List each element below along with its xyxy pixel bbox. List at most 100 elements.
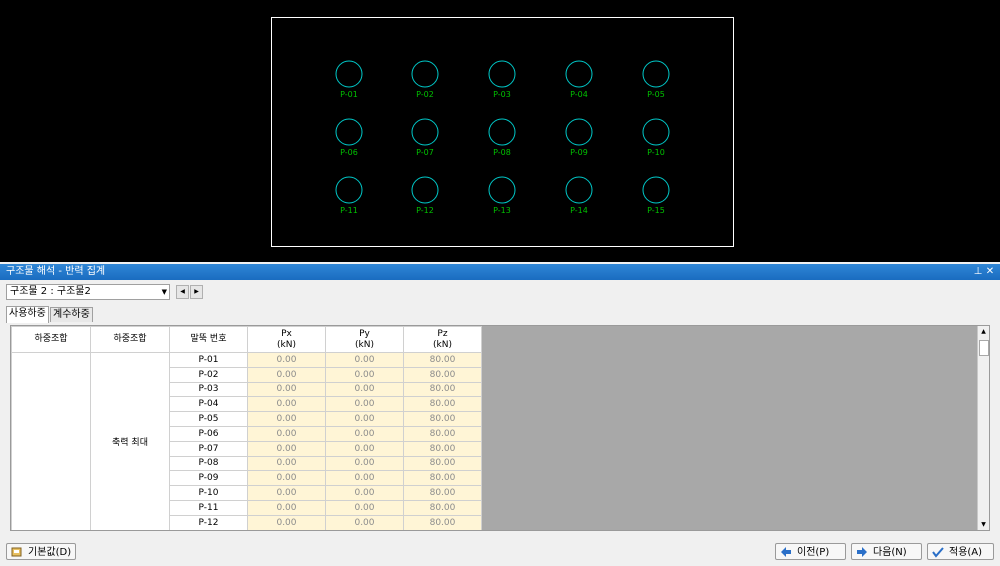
table-row[interactable]: 축력 최대 P-01 0.00 0.00 80.00 <box>11 352 482 530</box>
pile-number-cell[interactable]: P-07 <box>169 440 248 457</box>
pile-number-cell[interactable]: P-04 <box>169 396 248 413</box>
py-cell[interactable]: 0.00 <box>325 514 404 530</box>
pile-marker[interactable]: P-13 <box>488 176 516 215</box>
pile-marker[interactable]: P-06 <box>335 118 363 157</box>
pile-marker[interactable]: P-08 <box>488 118 516 157</box>
pile-circle <box>335 176 363 204</box>
px-cell[interactable]: 0.00 <box>247 455 326 472</box>
pz-cell[interactable]: 80.00 <box>403 499 482 516</box>
pile-number-cell[interactable]: P-11 <box>169 499 248 516</box>
pile-circle <box>642 176 670 204</box>
table-vertical-scrollbar[interactable]: ▲ ▼ <box>977 326 989 530</box>
pile-layout-drawing[interactable]: P-01 P-02 P-03 P-04 P-05 P-06 P-07 P-08 P-09 P-10… <box>0 0 1000 262</box>
pile-label: P-05 <box>647 90 665 99</box>
pz-cell[interactable]: 80.00 <box>403 425 482 442</box>
pile-marker[interactable]: P-12 <box>411 176 439 215</box>
pz-cell[interactable]: 80.00 <box>403 366 482 383</box>
pile-number-cell[interactable]: P-12 <box>169 514 248 530</box>
px-cell[interactable]: 0.00 <box>247 485 326 501</box>
pile-number-cell[interactable]: P-08 <box>169 455 248 472</box>
pile-number-cell[interactable]: P-06 <box>169 425 248 442</box>
px-cell[interactable]: 0.00 <box>247 366 326 383</box>
reaction-table[interactable]: 하중조합 하중조합 말뚝 번호 Px (kN) Py (kN) Pz (kN) … <box>10 325 990 531</box>
pz-cell[interactable]: 80.00 <box>403 514 482 530</box>
py-cell[interactable]: 0.00 <box>325 485 404 501</box>
apply-button-label: 적용(A) <box>949 547 983 558</box>
pile-label: P-10 <box>647 148 665 157</box>
pile-number-cell[interactable]: P-01 <box>169 352 248 368</box>
pile-number-cell[interactable]: P-10 <box>169 485 248 501</box>
py-cell[interactable]: 0.00 <box>325 455 404 472</box>
pile-marker[interactable]: P-02 <box>411 60 439 99</box>
py-cell[interactable]: 0.00 <box>325 381 404 398</box>
scroll-thumb[interactable] <box>979 340 989 356</box>
pile-marker[interactable]: P-14 <box>565 176 593 215</box>
pz-cell[interactable]: 80.00 <box>403 455 482 472</box>
pile-marker[interactable]: P-03 <box>488 60 516 99</box>
pz-cell[interactable]: 80.00 <box>403 396 482 413</box>
pile-label: P-14 <box>570 206 588 215</box>
scroll-down-icon[interactable]: ▼ <box>978 519 989 530</box>
pile-label: P-09 <box>570 148 588 157</box>
next-button[interactable]: 다음(N) <box>851 543 922 560</box>
pz-cell[interactable]: 80.00 <box>403 470 482 487</box>
default-button[interactable]: 기본값(D) <box>6 543 76 560</box>
px-cell[interactable]: 0.00 <box>247 425 326 442</box>
px-cell[interactable]: 0.00 <box>247 352 326 368</box>
px-cell[interactable]: 0.00 <box>247 499 326 516</box>
check-icon <box>932 547 944 558</box>
pz-cell[interactable]: 80.00 <box>403 440 482 457</box>
pin-icon[interactable]: ⊥ <box>972 264 984 280</box>
px-cell[interactable]: 0.00 <box>247 514 326 530</box>
col-header-pz: Pz (kN) <box>403 326 482 353</box>
pile-marker[interactable]: P-10 <box>642 118 670 157</box>
prev-button[interactable]: 이전(P) <box>775 543 846 560</box>
load-case-cell[interactable]: 축력 최대 <box>90 352 170 530</box>
pile-number-cell[interactable]: P-09 <box>169 470 248 487</box>
pz-cell[interactable]: 80.00 <box>403 485 482 501</box>
px-cell[interactable]: 0.00 <box>247 470 326 487</box>
py-cell[interactable]: 0.00 <box>325 396 404 413</box>
pile-circle <box>335 118 363 146</box>
apply-button[interactable]: 적용(A) <box>927 543 994 560</box>
arrow-left-icon <box>781 547 791 557</box>
py-cell[interactable]: 0.00 <box>325 411 404 427</box>
px-cell[interactable]: 0.00 <box>247 381 326 398</box>
pz-cell[interactable]: 80.00 <box>403 411 482 427</box>
scroll-up-icon[interactable]: ▲ <box>978 326 989 337</box>
structure-select[interactable]: 구조물 2 : 구조물2 ▼ <box>6 284 170 300</box>
py-cell[interactable]: 0.00 <box>325 366 404 383</box>
pile-label: P-02 <box>416 90 434 99</box>
py-cell[interactable]: 0.00 <box>325 440 404 457</box>
pile-marker[interactable]: P-07 <box>411 118 439 157</box>
pile-marker[interactable]: P-11 <box>335 176 363 215</box>
pile-marker[interactable]: P-01 <box>335 60 363 99</box>
load-combo-cell[interactable] <box>11 352 91 530</box>
pz-cell[interactable]: 80.00 <box>403 352 482 368</box>
px-cell[interactable]: 0.00 <box>247 440 326 457</box>
px-cell[interactable]: 0.00 <box>247 396 326 413</box>
pile-circle <box>642 60 670 88</box>
pz-cell[interactable]: 80.00 <box>403 381 482 398</box>
close-icon[interactable]: ✕ <box>984 264 996 280</box>
pile-marker[interactable]: P-04 <box>565 60 593 99</box>
pile-number-cell[interactable]: P-03 <box>169 381 248 398</box>
next-structure-icon[interactable]: ▶ <box>190 285 203 299</box>
tab-service-load[interactable]: 사용하중 <box>6 306 49 323</box>
pile-marker[interactable]: P-15 <box>642 176 670 215</box>
chevron-down-icon[interactable]: ▼ <box>162 285 167 299</box>
prev-structure-icon[interactable]: ◀ <box>176 285 189 299</box>
py-cell[interactable]: 0.00 <box>325 425 404 442</box>
col-header-pile-number: 말뚝 번호 <box>169 326 248 353</box>
pile-marker[interactable]: P-05 <box>642 60 670 99</box>
pile-number-cell[interactable]: P-02 <box>169 366 248 383</box>
px-cell[interactable]: 0.00 <box>247 411 326 427</box>
cad-viewport[interactable]: P-01 P-02 P-03 P-04 P-05 P-06 P-07 P-08 P-09 P-10… <box>0 0 1000 262</box>
structure-nav: ◀ ▶ <box>176 285 204 299</box>
tab-factored-load[interactable]: 계수하중 <box>50 307 93 322</box>
py-cell[interactable]: 0.00 <box>325 499 404 516</box>
pile-marker[interactable]: P-09 <box>565 118 593 157</box>
pile-number-cell[interactable]: P-05 <box>169 411 248 427</box>
py-cell[interactable]: 0.00 <box>325 470 404 487</box>
py-cell[interactable]: 0.00 <box>325 352 404 368</box>
